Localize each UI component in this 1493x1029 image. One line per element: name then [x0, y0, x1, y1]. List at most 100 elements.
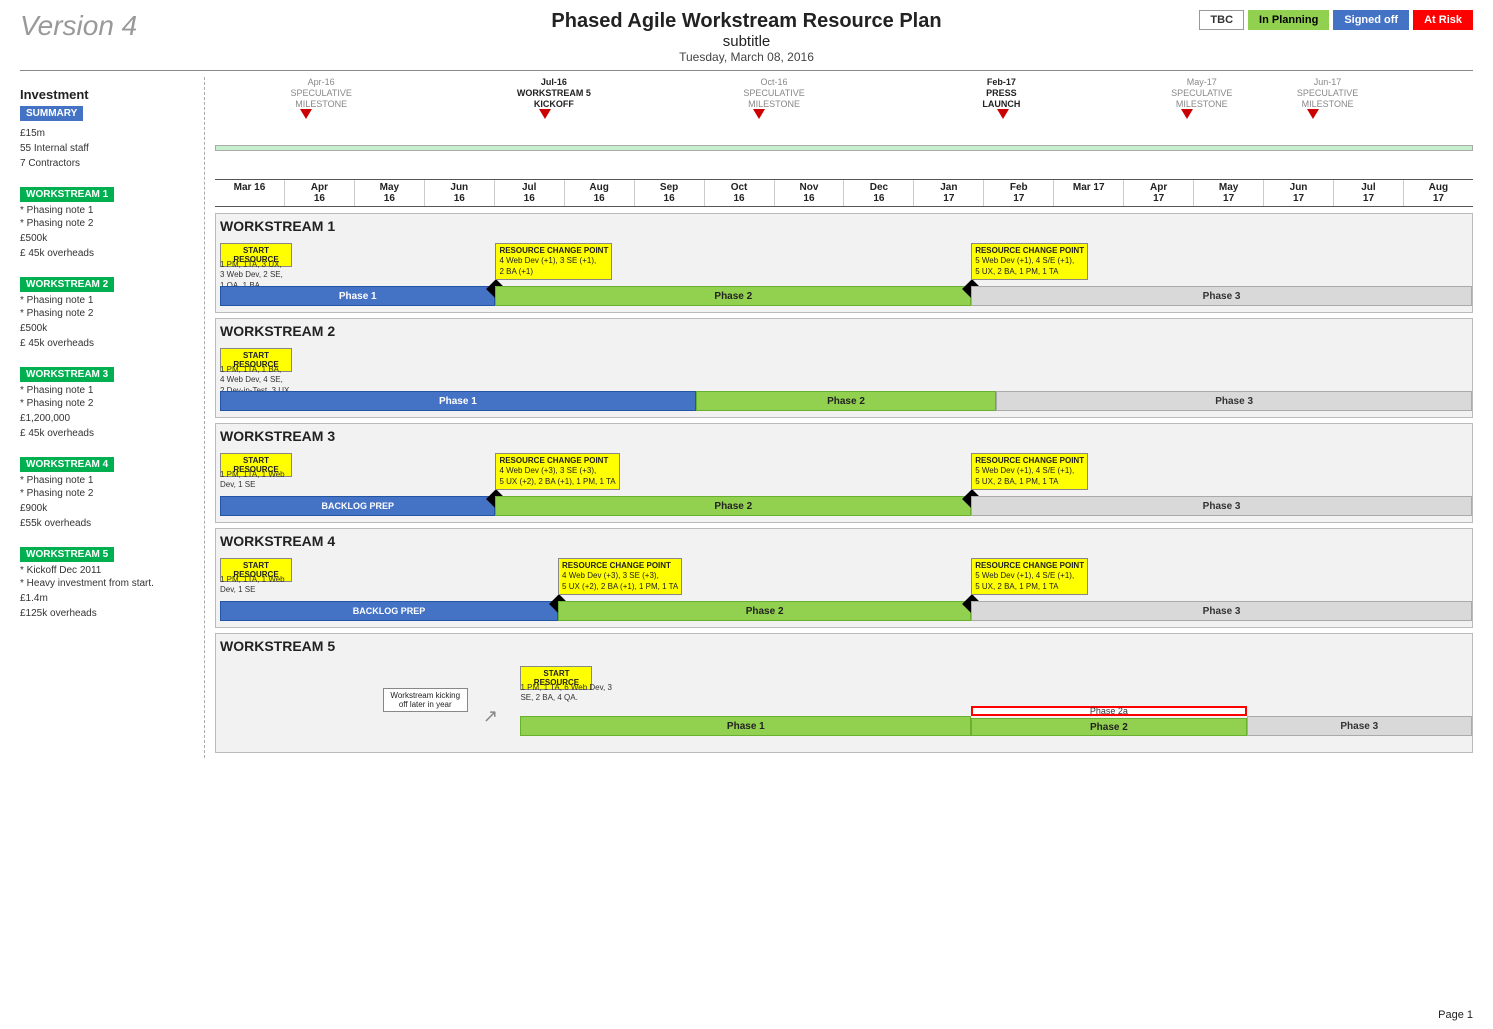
- sidebar-investment: Investment SUMMARY £15m 55 Internal staf…: [20, 87, 196, 169]
- ws2-money2: £ 45k overheads: [20, 338, 196, 349]
- milestone-bar: [215, 145, 1473, 151]
- month-nov16: Nov16: [774, 180, 844, 206]
- milestone-apr16: Apr-16SPECULATIVEMILESTONE: [290, 77, 351, 119]
- milestone-jul16: Jul-16WORKSTREAM 5KICKOFF: [517, 77, 591, 119]
- ws4-rcp1: RESOURCE CHANGE POINT4 Web Dev (+3), 3 S…: [558, 558, 682, 595]
- ws4-resource-text: 1 PM, 1TA, 1 WebDev, 1 SE: [220, 575, 285, 596]
- summary-label: SUMMARY: [20, 106, 83, 121]
- ws5-resource-text: 1 PM, 1 TA, 6 Web Dev, 3SE, 2 BA, 4 QA.: [520, 683, 611, 704]
- ws5-money1: £1.4m: [20, 593, 196, 604]
- ws1-phase1: Phase 1: [220, 286, 495, 306]
- page: Version 4 Phased Agile Workstream Resour…: [0, 0, 1493, 1029]
- ws1-sidebar-label: WORKSTREAM 1: [20, 187, 114, 202]
- badge-at-risk: At Risk: [1413, 10, 1473, 30]
- ws3-row: WORKSTREAM 3 START RESOURCE 1 PM, 1TA, 1…: [215, 423, 1473, 523]
- ws3-rcp1: RESOURCE CHANGE POINT4 Web Dev (+3), 3 S…: [495, 453, 619, 490]
- investment-title: Investment: [20, 87, 196, 102]
- ws2-gantt: START RESOURCE 1 PM, 1TA, 1 BA,4 Web Dev…: [220, 343, 1472, 413]
- months-row: Mar 16 Apr16 May16 Jun16 Jul16 Aug16 Sep…: [215, 179, 1473, 207]
- ws2-phase2: Phase 2: [696, 391, 996, 411]
- header: Version 4 Phased Agile Workstream Resour…: [20, 10, 1473, 64]
- ws4-rcp2: RESOURCE CHANGE POINT5 Web Dev (+1), 4 S…: [971, 558, 1088, 595]
- badge-signed-off: Signed off: [1333, 10, 1409, 30]
- month-apr17: Apr17: [1123, 180, 1193, 206]
- subtitle: subtitle: [20, 33, 1473, 50]
- ws5-phase3: Phase 3: [1247, 716, 1472, 736]
- month-jul16: Jul16: [494, 180, 564, 206]
- ws3-resource-text: 1 PM, 1TA, 1 WebDev, 1 SE: [220, 470, 285, 491]
- milestone-jun17: Jun-17SPECULATIVEMILESTONE: [1297, 77, 1358, 119]
- month-dec16: Dec16: [843, 180, 913, 206]
- ws3-note1: * Phasing note 1: [20, 385, 196, 396]
- month-may16: May16: [354, 180, 424, 206]
- ws5-spec-box: Workstream kickingoff later in year: [383, 688, 468, 712]
- ws4-phase3: Phase 3: [971, 601, 1472, 621]
- ws1-phase3: Phase 3: [971, 286, 1472, 306]
- milestone-arrow-may17: [1181, 109, 1193, 119]
- month-aug16: Aug16: [564, 180, 634, 206]
- ws1-phase2: Phase 2: [495, 286, 971, 306]
- badge-tbc: TBC: [1199, 10, 1244, 30]
- sidebar-ws4: WORKSTREAM 4 * Phasing note 1 * Phasing …: [20, 457, 196, 529]
- ws1-title: WORKSTREAM 1: [220, 218, 1472, 234]
- milestone-arrow-oct16: [753, 109, 765, 119]
- month-sep16: Sep16: [634, 180, 704, 206]
- ws2-row: WORKSTREAM 2 START RESOURCE 1 PM, 1TA, 1…: [215, 318, 1473, 418]
- summary-staff: 55 Internal staff: [20, 143, 196, 154]
- ws1-note2: * Phasing note 2: [20, 218, 196, 229]
- ws3-money2: £ 45k overheads: [20, 428, 196, 439]
- sidebar-ws2: WORKSTREAM 2 * Phasing note 1 * Phasing …: [20, 277, 196, 349]
- sidebar-ws5: WORKSTREAM 5 * Kickoff Dec 2011 * Heavy …: [20, 547, 196, 619]
- milestone-arrow-apr16: [300, 109, 312, 119]
- ws1-row: WORKSTREAM 1 START RESOURCE 1 PM, 1TA, 3…: [215, 213, 1473, 313]
- milestone-may17: May-17SPECULATIVEMILESTONE: [1171, 77, 1232, 119]
- main-content: Investment SUMMARY £15m 55 Internal staf…: [20, 77, 1473, 758]
- ws3-gantt: START RESOURCE 1 PM, 1TA, 1 WebDev, 1 SE…: [220, 448, 1472, 518]
- ws4-note2: * Phasing note 2: [20, 488, 196, 499]
- month-jul17: Jul17: [1333, 180, 1403, 206]
- ws3-title: WORKSTREAM 3: [220, 428, 1472, 444]
- ws2-note1: * Phasing note 1: [20, 295, 196, 306]
- month-mar17: Mar 17: [1053, 180, 1123, 206]
- sidebar-ws3: WORKSTREAM 3 * Phasing note 1 * Phasing …: [20, 367, 196, 439]
- milestone-arrow-feb17: [997, 109, 1009, 119]
- milestone-arrow-jun17: [1307, 109, 1319, 119]
- month-jun17: Jun17: [1263, 180, 1333, 206]
- ws1-gantt: START RESOURCE 1 PM, 1TA, 3 UX,3 Web Dev…: [220, 238, 1472, 308]
- ws3-backlog-prep: BACKLOG PREP: [220, 496, 495, 516]
- month-oct16: Oct16: [704, 180, 774, 206]
- ws5-gantt: Workstream kickingoff later in year STAR…: [220, 658, 1472, 748]
- month-jan17: Jan17: [913, 180, 983, 206]
- ws1-money2: £ 45k overheads: [20, 248, 196, 259]
- milestone-arrow-jul16: [539, 109, 551, 119]
- ws5-money2: £125k overheads: [20, 608, 196, 619]
- ws3-phase3: Phase 3: [971, 496, 1472, 516]
- ws3-phase2: Phase 2: [495, 496, 971, 516]
- timeline-area: Apr-16SPECULATIVEMILESTONE Jul-16WORKSTR…: [205, 77, 1473, 758]
- page-number: Page 1: [1438, 1009, 1473, 1021]
- milestones-header: Apr-16SPECULATIVEMILESTONE Jul-16WORKSTR…: [215, 77, 1473, 177]
- version-label: Version 4: [20, 10, 137, 42]
- ws5-arrow: ↗: [483, 706, 498, 727]
- ws4-gantt: START RESOURCE 1 PM, 1TA, 1 WebDev, 1 SE…: [220, 553, 1472, 623]
- ws4-title: WORKSTREAM 4: [220, 533, 1472, 549]
- ws2-phase3: Phase 3: [996, 391, 1472, 411]
- ws1-money1: £500k: [20, 233, 196, 244]
- sidebar: Investment SUMMARY £15m 55 Internal staf…: [20, 77, 205, 758]
- ws2-phase1: Phase 1: [220, 391, 696, 411]
- ws5-note1: * Kickoff Dec 2011: [20, 565, 196, 576]
- milestone-oct16: Oct-16SPECULATIVEMILESTONE: [743, 77, 804, 119]
- summary-contractors: 7 Contractors: [20, 158, 196, 169]
- ws4-phase2: Phase 2: [558, 601, 971, 621]
- ws5-phase2a: Phase 2a: [971, 706, 1246, 716]
- ws1-note1: * Phasing note 1: [20, 205, 196, 216]
- ws2-note2: * Phasing note 2: [20, 308, 196, 319]
- ws5-phase1: Phase 1: [520, 716, 971, 736]
- month-apr16: Apr16: [284, 180, 354, 206]
- date: Tuesday, March 08, 2016: [20, 50, 1473, 64]
- ws5-title: WORKSTREAM 5: [220, 638, 1472, 654]
- month-mar16: Mar 16: [215, 180, 284, 206]
- month-aug17: Aug17: [1403, 180, 1473, 206]
- summary-amount: £15m: [20, 128, 196, 139]
- ws5-sidebar-label: WORKSTREAM 5: [20, 547, 114, 562]
